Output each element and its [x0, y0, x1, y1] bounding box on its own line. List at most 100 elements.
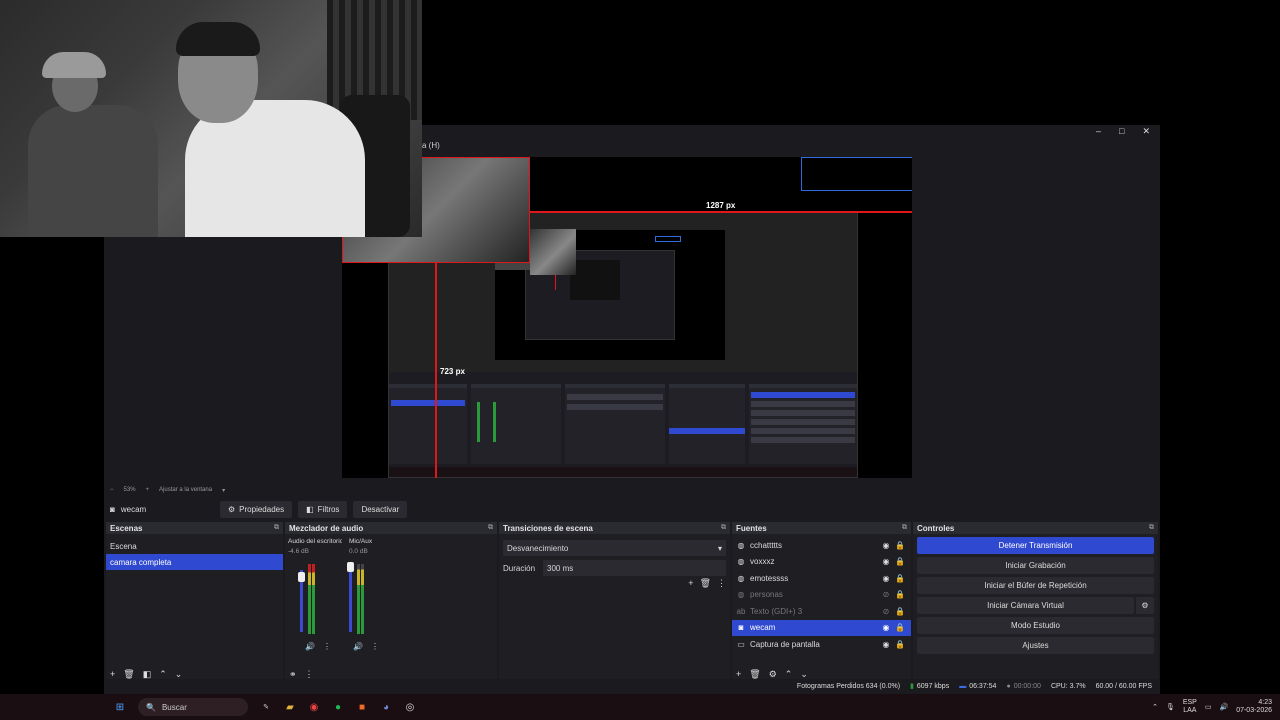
gear-icon: ⚙	[1141, 601, 1149, 610]
settings-button[interactable]: Ajustes	[917, 637, 1154, 654]
trash-icon[interactable]: 🗑	[123, 669, 134, 680]
stop-stream-button[interactable]: Detener Transmisión	[917, 537, 1154, 554]
undock-icon[interactable]: ⧉	[902, 524, 907, 532]
microphone-icon[interactable]: 🎙	[1166, 703, 1175, 711]
speaker-icon[interactable]: 🔊	[305, 642, 315, 651]
spotify-icon[interactable]: ●	[330, 699, 346, 715]
language-indicator[interactable]: ESP LAA	[1183, 699, 1197, 715]
clock[interactable]: 4:23 07-03-2026	[1236, 699, 1272, 715]
fit-window-label[interactable]: Ajustar a la ventana	[159, 487, 212, 493]
trash-icon[interactable]: 🗑	[749, 669, 760, 680]
source-item[interactable]: ab Texto (GDI+) 3 ⊘ 🔒	[732, 603, 911, 620]
speaker-icon[interactable]: 🔊	[353, 642, 363, 651]
more-icon[interactable]: ⋮	[323, 642, 331, 651]
undock-icon[interactable]: ⧉	[488, 524, 493, 532]
eye-off-icon[interactable]: ⊘	[879, 607, 893, 616]
add-icon[interactable]: +	[688, 578, 693, 589]
record-time: 00:00:00	[1013, 682, 1041, 690]
more-icon[interactable]: ⋮	[305, 669, 314, 680]
eye-off-icon[interactable]: ⊘	[879, 590, 893, 599]
chevron-down-icon[interactable]: ⌄	[175, 669, 183, 680]
nested-docks	[389, 372, 857, 477]
duration-input[interactable]: 300 ms	[543, 560, 726, 576]
close-button[interactable]: ✕	[1142, 126, 1150, 137]
eye-icon[interactable]: ◉	[879, 623, 893, 632]
more-icon[interactable]: ⋮	[371, 642, 379, 651]
lock-icon[interactable]: 🔒	[893, 607, 907, 616]
folder-icon[interactable]: ▰	[282, 699, 298, 715]
chevron-up-icon[interactable]: ⌃	[159, 669, 167, 680]
eye-icon[interactable]: ◉	[879, 640, 893, 649]
undock-icon[interactable]: ⧉	[274, 524, 279, 532]
transition-select[interactable]: Desvanecimiento ▾	[503, 540, 726, 556]
taskbar-search[interactable]: 🔍 Buscar	[138, 698, 248, 716]
chevron-up-icon[interactable]: ⌃	[1152, 703, 1158, 711]
start-recording-button[interactable]: Iniciar Grabación	[917, 557, 1154, 574]
lock-icon[interactable]: 🔒	[893, 640, 907, 649]
stream-time: 06:37:54	[969, 682, 997, 690]
zoom-level: 53%	[123, 487, 136, 493]
source-item[interactable]: ◍ personas ⊘ 🔒	[732, 587, 911, 604]
app-icon[interactable]: ■	[354, 699, 370, 715]
audio-mixer-dock: Mezclador de audio ⧉ Audio del escritorio…	[285, 522, 497, 682]
windows-start-icon[interactable]: ⊞	[112, 699, 128, 715]
windows-taskbar: ⊞ 🔍 Buscar ✎ ▰ ◉ ● ■ ◕ ◎ ⌃ 🎙 ESP LAA ▭ 🔊…	[0, 694, 1280, 720]
bitrate: 6097 kbps	[916, 682, 950, 690]
eye-icon[interactable]: ◉	[879, 574, 893, 583]
lock-icon[interactable]: 🔒	[893, 557, 907, 566]
zoom-in-button[interactable]: +	[146, 487, 150, 493]
properties-button[interactable]: ⚙ Propiedades	[220, 500, 293, 518]
zoom-out-button[interactable]: −	[110, 487, 114, 493]
globe-icon: ◍	[737, 573, 745, 583]
scene-item-selected[interactable]: camara completa	[106, 554, 283, 570]
source-item[interactable]: ◍ cchattttts ◉ 🔒	[732, 537, 911, 554]
virtual-camera-settings-button[interactable]: ⚙	[1136, 597, 1154, 614]
scene-item[interactable]: Escena	[106, 538, 283, 554]
text-icon: ab	[736, 606, 746, 616]
undock-icon[interactable]: ⧉	[1149, 524, 1154, 532]
gear-icon[interactable]: ⚙	[769, 669, 777, 680]
stream-icon: ▬	[959, 682, 967, 690]
lock-icon[interactable]: 🔒	[893, 623, 907, 632]
lock-icon[interactable]: 🔒	[893, 541, 907, 550]
start-virtual-camera-button[interactable]: Iniciar Cámara Virtual	[917, 597, 1134, 614]
link-icon[interactable]: ⚭	[289, 669, 297, 680]
source-item[interactable]: ◍ emotessss ◉ 🔒	[732, 570, 911, 587]
widget-icon[interactable]: ✎	[258, 699, 274, 715]
obs-icon[interactable]: ◎	[402, 699, 418, 715]
discord-icon[interactable]: ◕	[378, 699, 394, 715]
volume-slider[interactable]	[347, 562, 354, 572]
network-icon[interactable]: ▭	[1205, 703, 1212, 711]
source-item[interactable]: ◙ wecam ◉ 🔒	[732, 619, 911, 636]
trash-icon[interactable]: 🗑	[700, 578, 711, 589]
lock-icon[interactable]: 🔒	[893, 574, 907, 583]
height-guide	[435, 263, 437, 478]
lock-icon[interactable]: 🔒	[893, 590, 907, 599]
preview-canvas[interactable]: 1287 px 723 px	[342, 157, 912, 478]
volume-slider[interactable]	[298, 572, 305, 582]
volume-icon[interactable]: 🔊	[1219, 703, 1228, 711]
source-item[interactable]: ▭ Captura de pantalla ◉ 🔒	[732, 636, 911, 653]
filters-button[interactable]: ◧ Filtros	[298, 500, 348, 518]
add-icon[interactable]: +	[736, 669, 741, 679]
chrome-icon[interactable]: ◉	[306, 699, 322, 715]
undock-icon[interactable]: ⧉	[721, 524, 726, 532]
deactivate-button[interactable]: Desactivar	[353, 500, 408, 518]
eye-icon[interactable]: ◉	[879, 541, 893, 550]
filter-icon[interactable]: ◧	[143, 669, 152, 680]
chevron-up-icon[interactable]: ⌃	[785, 669, 793, 680]
duration-value: 300 ms	[547, 563, 574, 573]
add-icon[interactable]: +	[110, 669, 115, 679]
chevron-down-icon[interactable]: ▾	[222, 487, 225, 494]
hidden-source-outline[interactable]	[801, 157, 912, 191]
maximize-button[interactable]: □	[1119, 126, 1124, 137]
more-icon[interactable]: ⋮	[717, 578, 726, 589]
eye-icon[interactable]: ◉	[879, 557, 893, 566]
status-bar: Fotogramas Perdidos 634 (0.0%) ▮ 6097 kbp…	[104, 679, 1160, 693]
start-replay-buffer-button[interactable]: Iniciar el Búfer de Repetición	[917, 577, 1154, 594]
studio-mode-button[interactable]: Modo Estudio	[917, 617, 1154, 634]
chevron-down-icon[interactable]: ⌄	[800, 669, 808, 680]
minimize-button[interactable]: –	[1096, 126, 1101, 137]
source-name: voxxxz	[750, 557, 775, 567]
source-item[interactable]: ◍ voxxxz ◉ 🔒	[732, 554, 911, 571]
